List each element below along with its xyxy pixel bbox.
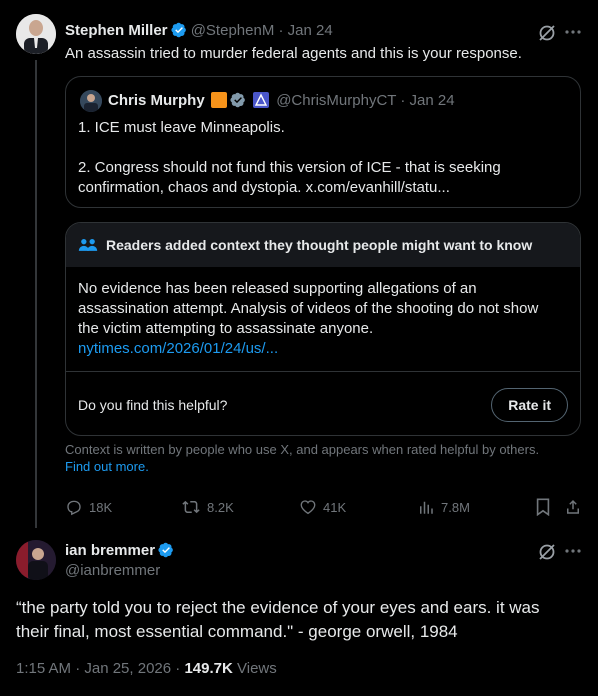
reply-icon	[67, 500, 81, 516]
more-options-icon[interactable]	[563, 24, 583, 45]
post1-author-name[interactable]: Stephen Miller	[65, 22, 168, 39]
note-source-link[interactable]: nytimes.com/2026/01/24/us/...	[78, 339, 568, 359]
post2-text-line-2: their final, most essential command." - …	[16, 622, 458, 641]
post2-author-name[interactable]: ian bremmer	[65, 542, 155, 559]
reply-button[interactable]: 18K	[65, 498, 112, 516]
note-line-1: No evidence has been released supporting…	[78, 280, 477, 297]
community-note-feedback: Do you find this helpful? Rate it	[66, 371, 580, 435]
like-count: 41K	[323, 499, 347, 515]
note-line-3: the victim attempting to assassinate any…	[78, 320, 374, 337]
post2-author-line: ian bremmer	[65, 542, 174, 559]
post2-views-count: 149.7K	[184, 660, 233, 677]
verified-badge-icon	[158, 542, 173, 558]
post1-text: An assassin tried to murder federal agen…	[65, 45, 522, 62]
person-photo-icon	[16, 14, 56, 54]
like-button[interactable]: 41K	[299, 498, 346, 516]
quote-line-2: 2. Congress should not fund this version…	[78, 159, 501, 176]
post1-header: Stephen Miller @StephenM · Jan 24	[65, 22, 333, 39]
repost-button[interactable]: 8.2K	[181, 498, 234, 516]
find-out-more-link[interactable]: Find out more.	[65, 458, 539, 475]
grok-icon[interactable]	[537, 23, 557, 48]
community-note-header[interactable]: Readers added context they thought peopl…	[66, 223, 580, 267]
more-options-icon[interactable]	[563, 543, 583, 564]
repost-icon	[182, 500, 200, 514]
quote-header: Chris Murphy @ChrisMurphyCT · Jan 24	[108, 92, 455, 109]
senate-badge-icon	[253, 92, 270, 108]
quoted-post-card[interactable]: Chris Murphy @ChrisMurphyCT · Jan 24 1. …	[65, 76, 581, 208]
community-note-card: Readers added context they thought peopl…	[65, 222, 581, 436]
context-footer-text: Context is written by people who use X, …	[65, 442, 540, 457]
chris-murphy-avatar	[80, 90, 102, 112]
people-icon	[78, 239, 98, 251]
quote-line-3: confirmation, chaos and dystopia. x.com/…	[78, 179, 450, 196]
reply-count: 18K	[89, 499, 113, 515]
post1-author-handle[interactable]: @StephenM	[191, 22, 275, 39]
community-note-title: Readers added context they thought peopl…	[106, 237, 533, 253]
post2-text-line-1: “the party told you to reject the eviden…	[16, 598, 540, 617]
note-line-2: assassination attempt. Analysis of video…	[78, 300, 539, 317]
grok-icon[interactable]	[537, 542, 557, 567]
stephen-miller-avatar[interactable]	[16, 14, 56, 54]
bookmark-button[interactable]	[535, 498, 551, 521]
views-count: 7.8M	[441, 499, 470, 515]
quote-author-name: Chris Murphy	[108, 92, 205, 109]
post2-views-label: Views	[237, 660, 277, 677]
helpful-question: Do you find this helpful?	[78, 396, 228, 413]
share-button[interactable]	[564, 498, 582, 521]
context-footer: Context is written by people who use X, …	[65, 441, 539, 475]
thread-connector-line	[35, 60, 37, 528]
ian-bremmer-avatar[interactable]	[16, 540, 56, 580]
quote-date: · Jan 24	[400, 92, 455, 109]
person-photo-icon	[80, 90, 102, 112]
rate-it-button[interactable]: Rate it	[491, 387, 568, 422]
orange-square-emoji-icon	[210, 92, 227, 108]
quote-line-1: 1. ICE must leave Minneapolis.	[78, 119, 285, 136]
community-note-body: No evidence has been released supporting…	[66, 267, 580, 371]
post2-text: “the party told you to reject the eviden…	[16, 596, 540, 644]
analytics-icon	[420, 501, 433, 514]
repost-count: 8.2K	[207, 499, 234, 515]
quote-author-handle: @ChrisMurphyCT	[276, 92, 397, 109]
heart-icon	[300, 500, 316, 515]
person-photo-icon	[16, 540, 56, 580]
post1-date[interactable]: · Jan 24	[278, 22, 332, 39]
share-icon	[567, 499, 579, 514]
views-button[interactable]: 7.8M	[417, 498, 470, 516]
gray-verified-badge-icon	[230, 92, 245, 108]
post2-timestamp[interactable]: 1:15 AM · Jan 25, 2026 ·	[16, 660, 180, 677]
post2-meta: 1:15 AM · Jan 25, 2026 · 149.7K Views	[16, 660, 277, 677]
post2-author-handle[interactable]: @ianbremmer	[65, 562, 160, 579]
bookmark-icon	[536, 498, 550, 517]
verified-badge-icon	[170, 22, 186, 38]
quote-text: 1. ICE must leave Minneapolis. 2. Congre…	[78, 118, 501, 198]
